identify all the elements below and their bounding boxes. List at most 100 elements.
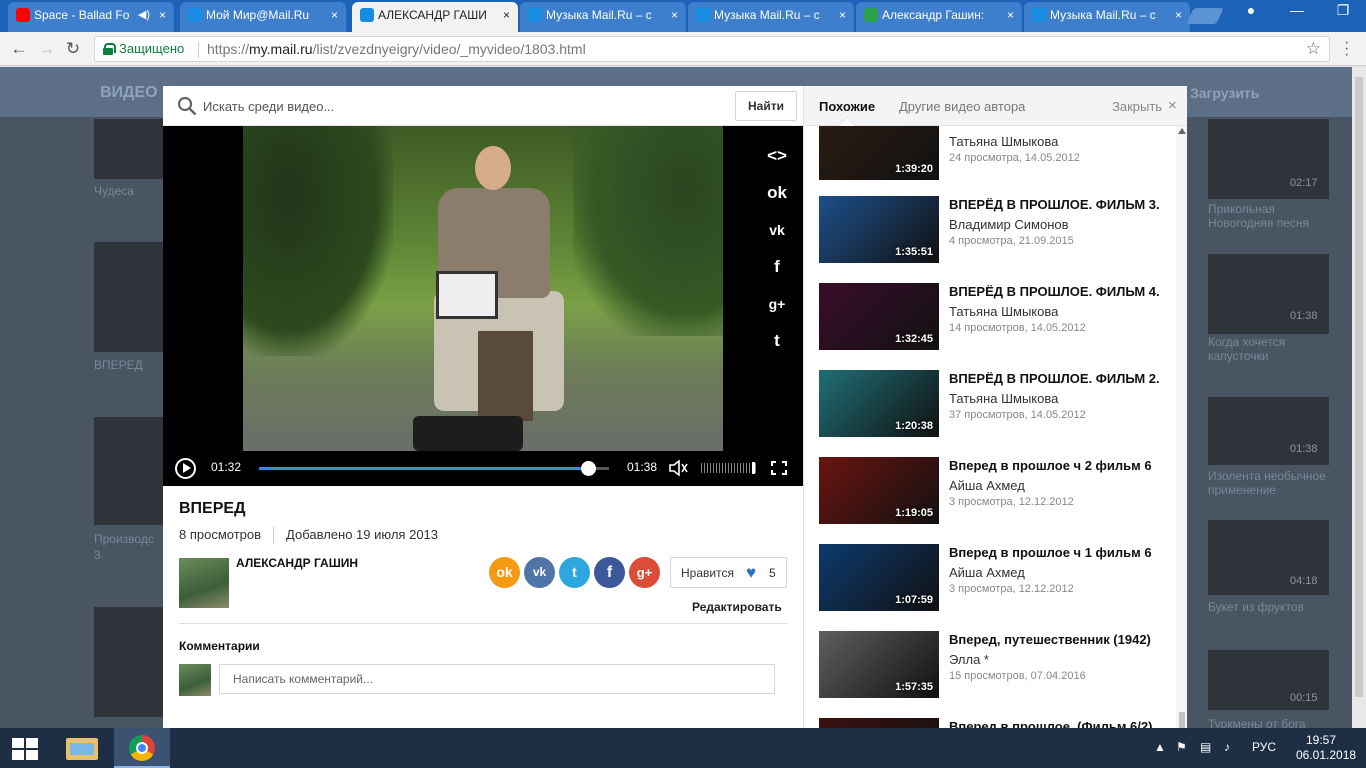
page-scrollbar-thumb[interactable] bbox=[1355, 77, 1363, 697]
url-bar[interactable]: Защищено https://my.mail.ru/list/zvezdny… bbox=[94, 36, 1330, 62]
related-video-author[interactable]: Айша Ахмед bbox=[949, 565, 1025, 580]
tab-similar[interactable]: Похожие bbox=[819, 99, 875, 114]
restore-button[interactable]: ❐ bbox=[1320, 0, 1366, 22]
bg-caption[interactable]: Букет из фруктов bbox=[1208, 600, 1328, 614]
odnoklassniki-icon[interactable]: ok bbox=[763, 181, 791, 205]
fullscreen-icon[interactable] bbox=[771, 461, 787, 475]
related-video-title[interactable]: Вперед в прошлое. (Фильм 6/2) bbox=[949, 719, 1152, 728]
edit-link[interactable]: Редактировать bbox=[692, 600, 782, 614]
share-odnoklassniki-icon[interactable]: ok bbox=[489, 557, 520, 588]
related-video-thumbnail[interactable]: 1:19:05 bbox=[819, 457, 939, 524]
volume-icon[interactable] bbox=[669, 460, 689, 476]
bg-caption[interactable]: Прикольная Новогодняя песня bbox=[1208, 202, 1328, 230]
related-video-thumbnail[interactable]: 1:20:38 bbox=[819, 370, 939, 437]
related-video-item[interactable]: 1:39:20 Татьяна Шмыкова 24 просмотра, 14.0… bbox=[819, 126, 1169, 180]
browser-tab[interactable]: Space - Ballad Fo × ◀) bbox=[8, 2, 174, 32]
share-google-plus-icon[interactable]: g+ bbox=[629, 557, 660, 588]
minimize-button[interactable]: — bbox=[1274, 0, 1320, 22]
seek-handle[interactable] bbox=[580, 461, 596, 476]
related-video-author[interactable]: Татьяна Шмыкова bbox=[949, 304, 1058, 319]
related-scrollbar[interactable] bbox=[1176, 126, 1187, 728]
tab-close-icon[interactable]: × bbox=[503, 2, 510, 28]
related-video-thumbnail[interactable]: 1:32:45 bbox=[819, 283, 939, 350]
related-video-thumbnail[interactable] bbox=[819, 718, 939, 728]
close-icon[interactable]: × bbox=[1168, 97, 1177, 114]
related-video-item[interactable]: 1:35:51 ВПЕРЁД В ПРОШЛОЕ. ФИЛЬМ 3. Владими… bbox=[819, 196, 1169, 263]
bg-video-thumb[interactable] bbox=[94, 119, 164, 179]
network-icon[interactable]: ▤ bbox=[1200, 740, 1211, 754]
browser-tab[interactable]: Музыка Mail.Ru – с × bbox=[1024, 2, 1190, 32]
browser-tab[interactable]: Александр Гашин: × bbox=[856, 2, 1022, 32]
browser-tab[interactable]: Музыка Mail.Ru – с × bbox=[520, 2, 686, 32]
tab-close-icon[interactable]: × bbox=[331, 2, 338, 28]
speaker-icon[interactable]: ♪ bbox=[1224, 740, 1230, 754]
share-twitter-icon[interactable]: t bbox=[559, 557, 590, 588]
scroll-up-icon[interactable] bbox=[1178, 128, 1186, 134]
related-video-item[interactable]: 1:07:59 Вперед в прошлое ч 1 фильм 6 Айша … bbox=[819, 544, 1169, 611]
volume-slider[interactable] bbox=[701, 462, 757, 474]
related-video-title[interactable]: ВПЕРЁД В ПРОШЛОЕ. ФИЛЬМ 3. bbox=[949, 197, 1160, 212]
bg-video-thumb[interactable] bbox=[94, 607, 164, 717]
reload-icon[interactable]: ↻ bbox=[62, 38, 84, 60]
bg-caption[interactable]: Когда хочется капусточки bbox=[1208, 335, 1328, 363]
bg-video-thumb[interactable] bbox=[1208, 254, 1329, 334]
windows-start-icon[interactable] bbox=[12, 738, 38, 760]
related-video-thumbnail[interactable]: 1:07:59 bbox=[819, 544, 939, 611]
related-scrollbar-thumb[interactable] bbox=[1179, 712, 1185, 728]
share-vk-icon[interactable]: vk bbox=[524, 557, 555, 588]
flag-icon[interactable]: ⚑ bbox=[1176, 740, 1187, 754]
related-video-item[interactable]: 1:57:35 Вперед, путешественник (1942) Элла… bbox=[819, 631, 1169, 698]
bg-video-thumb[interactable] bbox=[94, 417, 164, 525]
bg-caption[interactable]: Изолента необычное применение bbox=[1208, 469, 1328, 497]
vk-icon[interactable]: vk bbox=[763, 218, 791, 242]
bg-caption[interactable]: Чудеса bbox=[94, 184, 134, 198]
author-name[interactable]: АЛЕКСАНДР ГАШИН bbox=[236, 556, 358, 570]
tray-expand-icon[interactable]: ▲ bbox=[1154, 740, 1166, 754]
video-player[interactable]: <> ok vk f g+ t 01:32 01:38 bbox=[163, 126, 803, 486]
tab-close-icon[interactable]: × bbox=[671, 2, 678, 28]
clock[interactable]: 19:57 06.01.2018 bbox=[1296, 733, 1356, 763]
seek-bar[interactable] bbox=[259, 461, 609, 476]
related-video-item[interactable]: Вперед в прошлое. (Фильм 6/2) bbox=[819, 718, 1169, 728]
bg-caption[interactable]: 3 bbox=[94, 548, 101, 562]
bg-caption[interactable]: Производс bbox=[94, 532, 154, 546]
tab-audio-icon[interactable]: ◀) bbox=[138, 2, 150, 28]
browser-menu-icon[interactable]: · · · bbox=[1344, 35, 1349, 63]
related-video-thumbnail[interactable]: 1:39:20 bbox=[819, 126, 939, 180]
embed-icon[interactable]: <> bbox=[763, 144, 791, 168]
related-video-title[interactable]: ВПЕРЁД В ПРОШЛОЕ. ФИЛЬМ 4. bbox=[949, 284, 1160, 299]
bg-video-thumb[interactable] bbox=[94, 242, 164, 352]
find-button[interactable]: Найти bbox=[735, 91, 797, 121]
back-icon[interactable]: ← bbox=[8, 38, 30, 60]
tab-close-icon[interactable]: × bbox=[159, 2, 166, 28]
related-video-thumbnail[interactable]: 1:35:51 bbox=[819, 196, 939, 263]
related-video-title[interactable]: Вперед в прошлое ч 2 фильм 6 bbox=[949, 458, 1152, 473]
url-text[interactable]: https://my.mail.ru/list/zvezdnyeigry/vid… bbox=[207, 41, 586, 57]
tab-close-icon[interactable]: × bbox=[1007, 2, 1014, 28]
chrome-taskbar-icon[interactable] bbox=[114, 728, 170, 768]
tab-close-icon[interactable]: × bbox=[1175, 2, 1182, 28]
bookmark-star-icon[interactable]: ☆ bbox=[1306, 39, 1321, 59]
browser-tab[interactable]: Мой Мир@Mail.Ru × bbox=[180, 2, 346, 32]
related-video-title[interactable]: Вперед, путешественник (1942) bbox=[949, 632, 1151, 647]
play-icon[interactable] bbox=[175, 458, 196, 479]
user-icon[interactable]: ● bbox=[1228, 0, 1274, 22]
browser-tab[interactable]: АЛЕКСАНДР ГАШИ × bbox=[352, 2, 518, 32]
related-video-thumbnail[interactable]: 1:57:35 bbox=[819, 631, 939, 698]
related-video-item[interactable]: 1:32:45 ВПЕРЁД В ПРОШЛОЕ. ФИЛЬМ 4. Татьяна… bbox=[819, 283, 1169, 350]
facebook-icon[interactable]: f bbox=[763, 255, 791, 279]
page-scrollbar[interactable] bbox=[1352, 67, 1366, 728]
volume-handle[interactable] bbox=[752, 462, 756, 474]
related-video-author[interactable]: Татьяна Шмыкова bbox=[949, 134, 1058, 149]
related-video-title[interactable]: Вперед в прошлое ч 1 фильм 6 bbox=[949, 545, 1152, 560]
video-frame[interactable] bbox=[243, 126, 723, 451]
bg-upload-link[interactable]: Загрузить bbox=[1190, 85, 1259, 101]
related-video-author[interactable]: Татьяна Шмыкова bbox=[949, 391, 1058, 406]
forward-icon[interactable]: → bbox=[36, 38, 58, 60]
new-tab-button[interactable] bbox=[1186, 8, 1224, 24]
tab-close-icon[interactable]: × bbox=[839, 2, 846, 28]
browser-tab[interactable]: Музыка Mail.Ru – с × bbox=[688, 2, 854, 32]
share-facebook-icon[interactable]: f bbox=[594, 557, 625, 588]
google-plus-icon[interactable]: g+ bbox=[763, 292, 791, 316]
like-button[interactable]: Нравится ♥ 5 bbox=[670, 557, 787, 588]
